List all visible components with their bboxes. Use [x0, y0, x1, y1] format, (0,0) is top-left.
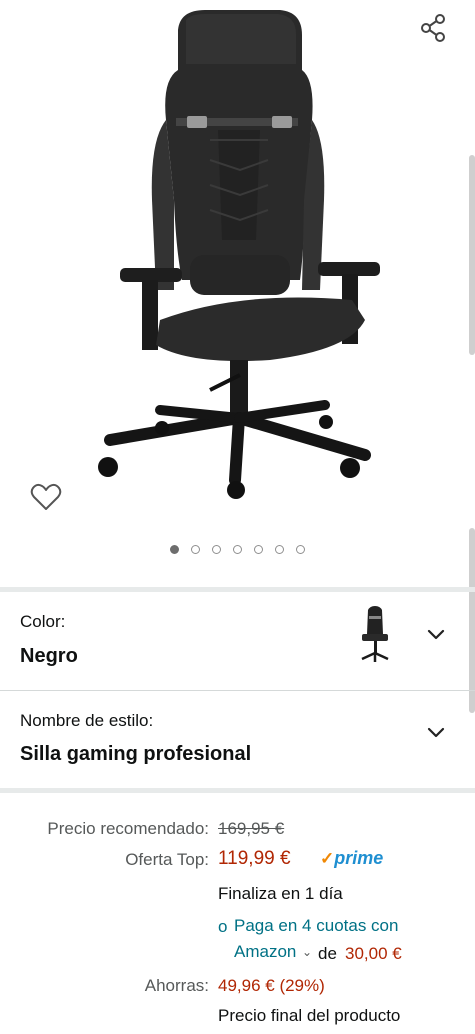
- prime-check-icon: ✓: [320, 849, 335, 868]
- recommended-price-label: Precio recomendado:: [47, 819, 209, 838]
- deal-price: 119,99 €: [218, 848, 291, 869]
- pager-dot[interactable]: [233, 545, 242, 554]
- image-pager-dots[interactable]: [0, 545, 475, 554]
- color-label: Color:: [20, 612, 66, 631]
- pager-dot[interactable]: [170, 545, 179, 554]
- style-label: Nombre de estilo:: [20, 711, 154, 730]
- deal-label: Oferta Top:: [125, 850, 209, 869]
- product-image-gallery[interactable]: [0, 0, 475, 585]
- color-value: Negro: [20, 645, 78, 667]
- color-thumbnail[interactable]: [358, 606, 392, 666]
- style-selector[interactable]: Nombre de estilo: Silla gaming profesion…: [0, 691, 475, 787]
- chevron-down-icon[interactable]: [427, 727, 445, 739]
- heart-outline-icon[interactable]: [30, 482, 62, 512]
- pager-dot[interactable]: [212, 545, 221, 554]
- color-selector[interactable]: Color: Negro: [0, 592, 475, 690]
- installments-amount: 30,00 €: [345, 944, 402, 963]
- savings-value: 49,96 € (29%): [218, 976, 325, 995]
- share-icon[interactable]: [418, 12, 450, 44]
- installments-prefix: o: [218, 917, 228, 936]
- pager-dot[interactable]: [296, 545, 305, 554]
- style-value: Silla gaming profesional: [20, 743, 252, 765]
- chevron-down-icon[interactable]: [427, 629, 445, 641]
- installments-de: de: [318, 944, 337, 963]
- price-block: Precio recomendado: 169,95 € Oferta Top:…: [0, 793, 475, 1034]
- pager-dot[interactable]: [254, 545, 263, 554]
- product-image[interactable]: [90, 0, 390, 520]
- chevron-down-icon[interactable]: ⌄: [302, 945, 312, 959]
- final-price-note: Precio final del producto: [218, 1006, 401, 1025]
- scroll-indicator: [469, 155, 475, 355]
- deal-ends: Finaliza en 1 día: [218, 884, 343, 903]
- recommended-price: 169,95 €: [218, 819, 285, 838]
- prime-badge: ✓prime: [320, 848, 383, 869]
- pager-dot[interactable]: [191, 545, 200, 554]
- prime-label: prime: [334, 848, 384, 868]
- pager-dot[interactable]: [275, 545, 284, 554]
- savings-label: Ahorras:: [144, 976, 209, 995]
